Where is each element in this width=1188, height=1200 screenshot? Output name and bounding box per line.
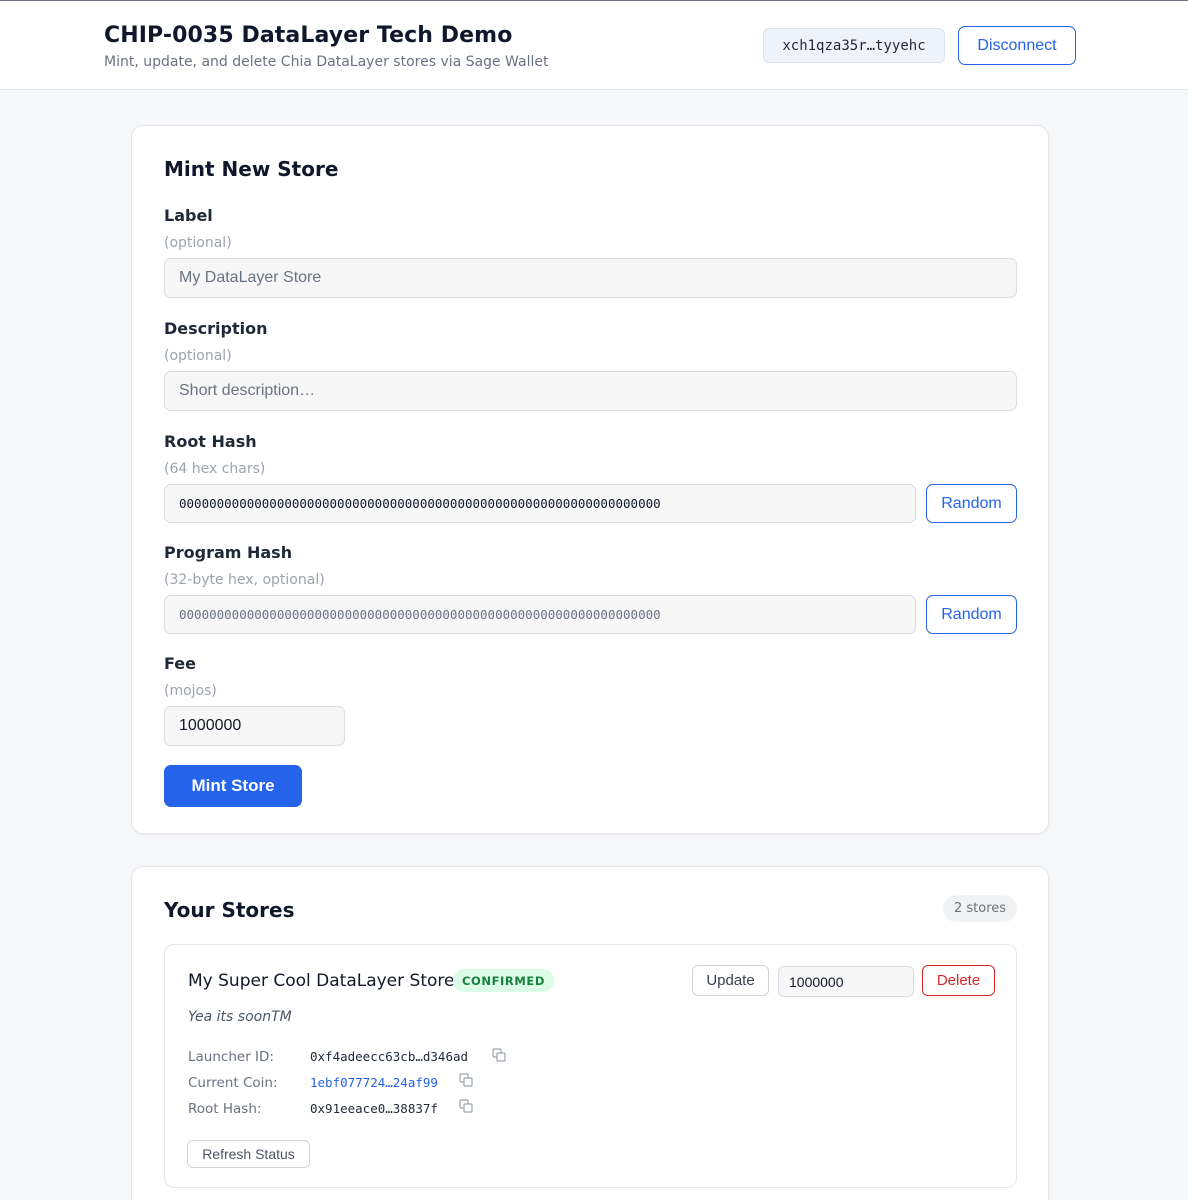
copy-icon[interactable] [459,1073,473,1087]
app-title: CHIP-0035 DataLayer Tech Demo [104,23,513,48]
fee-field-label: Fee [164,654,196,673]
root-hash-input[interactable] [164,484,916,523]
mint-store-button[interactable]: Mint Store [164,765,302,807]
update-fee-input[interactable] [778,966,914,997]
store-description: Yea its soonTM [188,1009,292,1025]
root-hash-random-button[interactable]: Random [926,484,1017,523]
current-coin-label: Current Coin: [188,1075,278,1091]
refresh-status-button[interactable]: Refresh Status [187,1140,310,1168]
label-input[interactable] [164,258,1017,298]
description-field-label: Description [164,319,268,338]
label-field-label: Label [164,206,213,225]
program-hash-field-label: Program Hash [164,543,293,562]
delete-button[interactable]: Delete [922,965,995,996]
description-input[interactable] [164,371,1017,411]
program-hash-random-button[interactable]: Random [926,595,1017,634]
copy-icon[interactable] [492,1048,506,1062]
launcher-id-value: 0xf4adeecc63cb…d346ad [310,1049,469,1064]
app-header: CHIP-0035 DataLayer Tech Demo Mint, upda… [0,1,1188,90]
root-hash-label: Root Hash: [188,1101,262,1117]
status-badge: CONFIRMED [453,969,554,992]
description-field-hint: (optional) [164,348,232,364]
program-hash-field-hint: (32-byte hex, optional) [164,572,325,588]
mint-card-title: Mint New Store [164,157,339,181]
your-stores-card: Your Stores 2 stores My Super Cool DataL… [131,866,1049,1200]
disconnect-button[interactable]: Disconnect [958,26,1076,65]
wallet-address-chip[interactable]: xch1qza35r…tyyehc [763,28,945,63]
program-hash-input[interactable] [164,595,916,634]
app-subtitle: Mint, update, and delete Chia DataLayer … [104,54,549,70]
mint-store-card: Mint New Store Label (optional) Descript… [131,125,1049,834]
current-coin-link[interactable]: 1ebf077724…24af99 [310,1075,438,1090]
root-hash-field-label: Root Hash [164,432,257,451]
label-field-hint: (optional) [164,235,232,251]
fee-field-hint: (mojos) [164,683,217,699]
root-hash-value: 0x91eeace0…38837f [310,1101,438,1116]
root-hash-field-hint: (64 hex chars) [164,461,266,477]
launcher-id-label: Launcher ID: [188,1049,274,1065]
fee-input[interactable] [164,706,345,746]
store-count-badge: 2 stores [943,895,1017,922]
copy-icon[interactable] [459,1099,473,1113]
stores-card-title: Your Stores [164,898,295,922]
store-name: My Super Cool DataLayer Store [188,971,455,991]
store-list-item: My Super Cool DataLayer Store CONFIRMED … [164,944,1017,1188]
update-button[interactable]: Update [692,965,769,996]
